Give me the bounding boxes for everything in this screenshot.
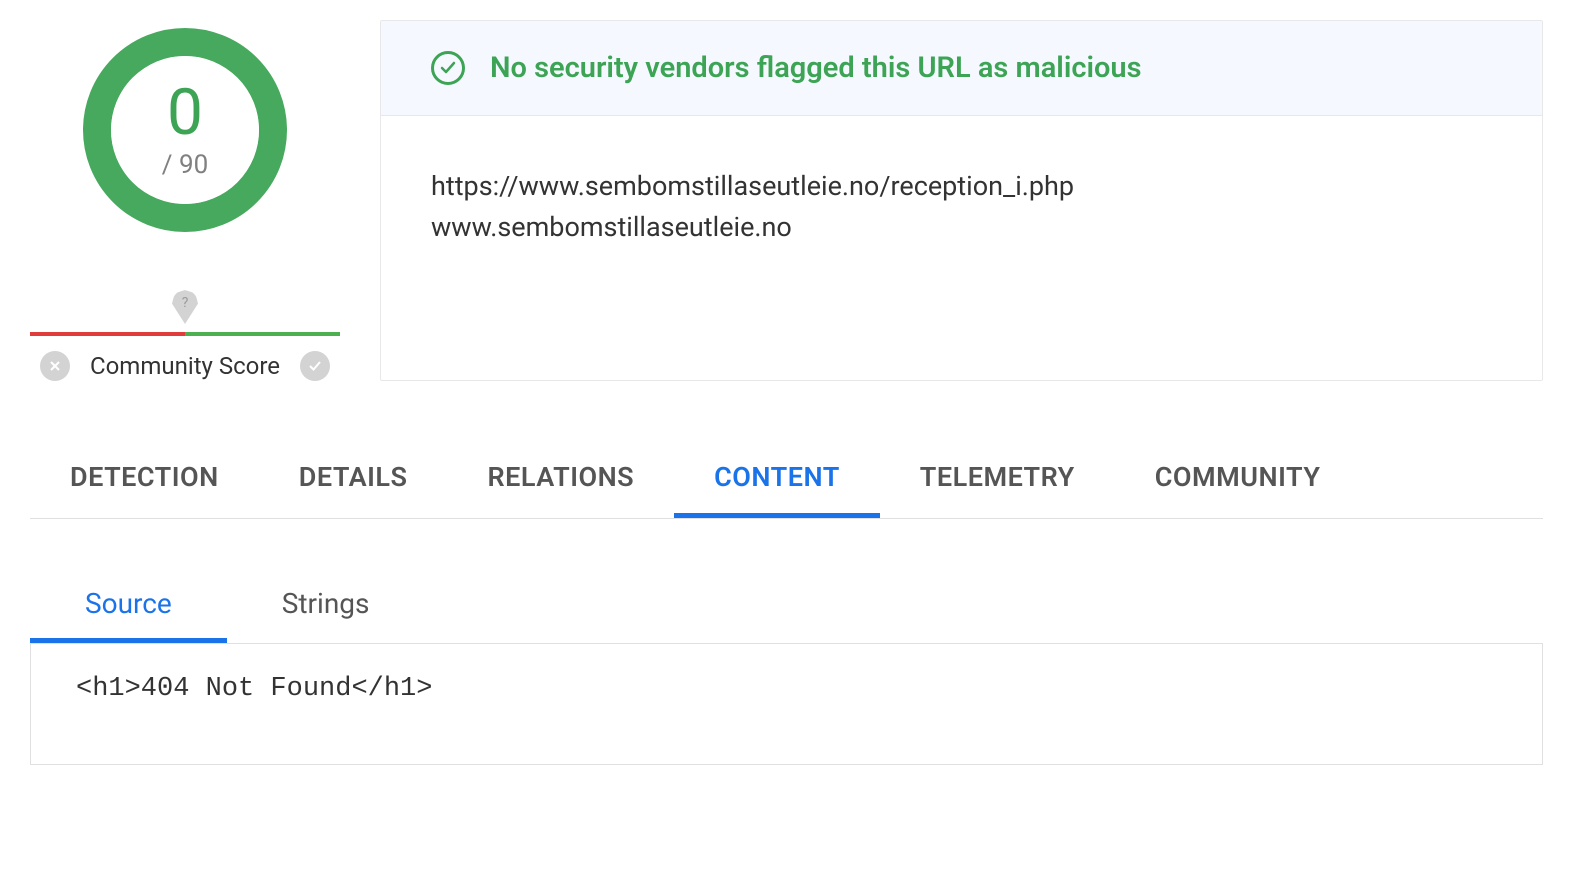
downvote-icon[interactable] xyxy=(40,351,70,381)
verdict-message: No security vendors flagged this URL as … xyxy=(490,51,1142,85)
detection-total: / 90 xyxy=(162,150,208,180)
upvote-icon[interactable] xyxy=(300,351,330,381)
detection-count: 0 xyxy=(167,81,203,145)
subtab-strings[interactable]: Strings xyxy=(227,569,425,643)
source-content-area: <h1>404 Not Found</h1> xyxy=(30,644,1543,765)
tab-details[interactable]: DETAILS xyxy=(259,441,448,518)
tab-content[interactable]: CONTENT xyxy=(674,441,880,518)
tab-relations[interactable]: RELATIONS xyxy=(447,441,674,518)
community-marker-icon: ? xyxy=(172,290,198,324)
community-bar-negative xyxy=(30,332,185,336)
tab-detection[interactable]: DETECTION xyxy=(30,441,259,518)
community-score-section: ? Community Score xyxy=(30,290,340,381)
url-info-section: https://www.sembomstillaseutleie.no/rece… xyxy=(381,116,1542,297)
detection-score-circle: 0 / 90 xyxy=(80,25,290,235)
subtab-source[interactable]: Source xyxy=(30,569,227,643)
scanned-domain: www.sembomstillaseutleie.no xyxy=(431,207,1492,248)
community-bar-positive xyxy=(185,332,340,336)
tab-community[interactable]: COMMUNITY xyxy=(1115,441,1361,518)
community-score-row: Community Score xyxy=(40,351,330,381)
scanned-url: https://www.sembomstillaseutleie.no/rece… xyxy=(431,166,1492,207)
main-tabs: DETECTION DETAILS RELATIONS CONTENT TELE… xyxy=(30,441,1543,519)
community-score-bar xyxy=(30,332,340,336)
top-section: 0 / 90 ? Community Score xyxy=(30,20,1543,381)
checkmark-circle-icon xyxy=(431,51,465,85)
verdict-banner: No security vendors flagged this URL as … xyxy=(381,21,1542,116)
source-code-text: <h1>404 Not Found</h1> xyxy=(76,674,1497,704)
score-column: 0 / 90 ? Community Score xyxy=(30,20,340,381)
details-panel: No security vendors flagged this URL as … xyxy=(380,20,1543,381)
community-score-label: Community Score xyxy=(90,352,280,380)
content-subtabs: Source Strings xyxy=(30,569,1543,644)
tab-telemetry[interactable]: TELEMETRY xyxy=(880,441,1115,518)
